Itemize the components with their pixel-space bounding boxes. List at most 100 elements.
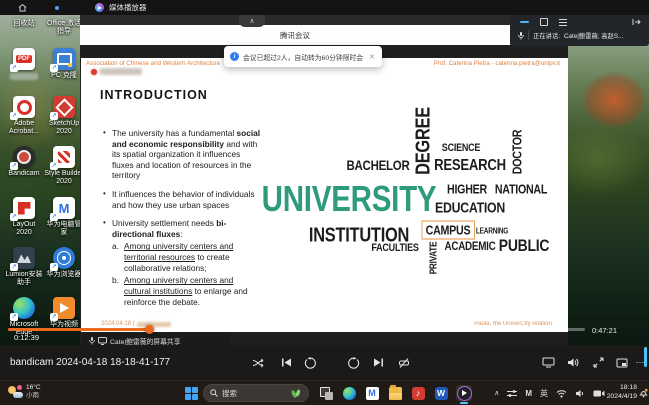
meeting-toast: i 会议已超过2人，自动转为60分钟限时会议。 ✕	[224, 46, 382, 67]
taskbar-icon-netease[interactable]: ♪	[410, 385, 426, 401]
repeat-off-button[interactable]	[394, 345, 414, 380]
desktop-icon-pcmanager[interactable]: ↗华为电脑管家	[44, 197, 84, 238]
desktop-icon-label: 华为浏览器	[44, 271, 84, 279]
ime-indicator[interactable]: 英	[540, 388, 548, 399]
desktop-icon-sketchup[interactable]: ↗SketchUp 2020	[44, 96, 84, 137]
desktop-icon-edge[interactable]: ↗Microsoft Edge	[4, 297, 44, 338]
audio-level-icon[interactable]	[520, 21, 529, 24]
seek-bar[interactable]	[8, 328, 585, 331]
slide-footer-left: 2024.04.18 |	[101, 321, 171, 327]
wordcloud-word: RESEARCH	[434, 157, 506, 175]
desktop-icon-label: Office 激活指导	[44, 20, 84, 37]
wordcloud-word: NATIONAL	[495, 182, 547, 197]
desktop-icon-labelonly[interactable]: 回收站	[4, 18, 44, 28]
pcmgr-icon: M	[366, 387, 379, 400]
folder-icon	[389, 387, 402, 400]
shortcut-arrow-icon: ↗	[50, 263, 58, 271]
wordcloud-word: BACHELOR	[346, 157, 409, 173]
notification-bell-icon[interactable]	[639, 388, 648, 398]
mini-player-button[interactable]	[612, 345, 632, 380]
skip-forward-button[interactable]	[344, 345, 364, 380]
member-list-icon[interactable]	[559, 19, 567, 26]
skip-back-button[interactable]	[300, 345, 320, 380]
seek-fill	[8, 328, 149, 331]
cast-to-device-button[interactable]	[538, 345, 558, 380]
shortcut-arrow-icon: ↗	[10, 112, 18, 120]
slide-header-right: Prof. Caterina Pietra - caterina.pietra@…	[434, 60, 560, 67]
desktop-icon-acrobat[interactable]: ↗Adobe Acrobat...	[4, 96, 44, 137]
desktop-icon-layout[interactable]: ↗LayOut 2020	[4, 197, 44, 238]
clock-date: 2024/4/19	[607, 393, 637, 402]
toast-close-icon[interactable]: ✕	[368, 53, 376, 61]
desktop-icon-stylebuilder[interactable]: ↗Style Builder 2020	[44, 146, 84, 187]
shuffle-button[interactable]	[248, 345, 268, 380]
search-box[interactable]: 搜索	[203, 384, 309, 402]
desktop-icon-pdf[interactable]: ↗	[4, 48, 44, 80]
seek-thumb[interactable]	[145, 325, 154, 334]
taskbar-icon-edge[interactable]	[341, 385, 357, 401]
taskbar-icon-pcmgr[interactable]: M	[364, 385, 380, 401]
weather-condition: 小雨	[26, 392, 41, 400]
word-icon: W	[435, 387, 448, 400]
taskbar-icon-word[interactable]: W	[433, 385, 449, 401]
desktop-icon-browser[interactable]: ↗华为浏览器	[44, 247, 84, 279]
desktop-icon-label: Style Builder 2020	[44, 170, 84, 187]
desktop-icon-bandicam[interactable]: ↗Bandicam	[4, 146, 44, 178]
taskbar-icon-folder[interactable]	[387, 385, 403, 401]
speaking-label: 正在讲话:	[533, 31, 560, 40]
desktop-icon-label: SketchUp 2020	[44, 120, 84, 137]
wordcloud-word: CAMPUS	[422, 221, 475, 240]
speaking-names: Cate|鲍雷薇; 高赵S...	[564, 31, 623, 40]
clock-time: 18:18	[607, 384, 637, 393]
screen: 回收站Office 激活指导↗↗PC 克隆↗Adobe Acrobat...↗S…	[0, 0, 649, 405]
player-controls-bar: bandicam 2024-04-18 18-18-41-177	[0, 345, 649, 380]
recording-indicator	[91, 68, 142, 75]
fullscreen-button[interactable]	[588, 345, 608, 380]
microphone-icon	[518, 32, 524, 40]
weather-widget[interactable]: 16°C 小雨	[8, 384, 41, 400]
weather-temp: 16°C	[26, 384, 41, 392]
player-icon	[457, 386, 472, 401]
video-window-icon[interactable]	[540, 18, 548, 26]
shortcut-arrow-icon: ↗	[50, 112, 58, 120]
slide-footer-right: Paola, the UniverCity relation	[474, 321, 552, 327]
wifi-icon[interactable]	[556, 389, 567, 398]
edge-icon	[343, 387, 356, 400]
taskbar-icon-taskview[interactable]	[318, 385, 334, 401]
desktop-icon-labelonly[interactable]: Office 激活指导	[44, 18, 84, 37]
slide-header-left: Association of Chinese and Western Archi…	[86, 60, 220, 67]
meeting-window-titlebar[interactable]: 腾讯会议	[80, 25, 510, 45]
info-icon: i	[230, 52, 239, 61]
shortcut-arrow-icon: ↗	[50, 162, 58, 170]
wordcloud-word: PRIVATE	[429, 242, 440, 275]
taskbar-icon-player[interactable]	[456, 385, 472, 401]
desktop-icon-label: Adobe Acrobat...	[4, 120, 44, 137]
start-button[interactable]	[185, 387, 198, 400]
sliders-tray-icon[interactable]	[507, 389, 517, 398]
exit-panel-icon[interactable]	[632, 18, 641, 26]
volume-tray-icon[interactable]	[575, 389, 585, 398]
presentation-slide: Association of Chinese and Western Archi…	[81, 58, 568, 332]
next-track-button[interactable]	[368, 345, 388, 380]
weather-icon	[8, 385, 23, 400]
desktop-icon-hisuite[interactable]: ↗PC 克隆	[44, 48, 84, 80]
desktop-icon-hivideo[interactable]: ↗华为视频	[44, 297, 84, 329]
hidden-icons-chevron[interactable]: ∧	[494, 389, 499, 397]
slide-wordcloud: UNIVERSITYDEGREEBACHELORSCIENCERESEARCHD…	[255, 85, 560, 297]
desktop-icon-lumion[interactable]: ↗Lumion安装助手	[4, 247, 44, 288]
search-icon	[210, 389, 218, 397]
pc-manager-tray-icon[interactable]: M	[525, 389, 532, 398]
slide-bullet: •It influences the behavior of individua…	[103, 189, 261, 210]
meeting-window-top-edge	[80, 15, 510, 25]
previous-track-button[interactable]	[276, 345, 296, 380]
meeting-floating-panel: 正在讲话: Cate|鲍雷薇; 高赵S...	[510, 13, 649, 46]
taskbar-clock[interactable]: 18:18 2024/4/19	[607, 384, 637, 402]
shortcut-arrow-icon: ↗	[50, 313, 58, 321]
wordcloud-word: HIGHER	[447, 182, 487, 197]
meeting-collapse-button[interactable]: ∧	[239, 15, 265, 27]
volume-button[interactable]	[563, 345, 583, 380]
taskview-icon	[320, 387, 333, 400]
volume-slider[interactable]	[644, 347, 647, 367]
recorder-tray-icon[interactable]	[593, 389, 605, 398]
home-icon[interactable]	[18, 3, 27, 12]
